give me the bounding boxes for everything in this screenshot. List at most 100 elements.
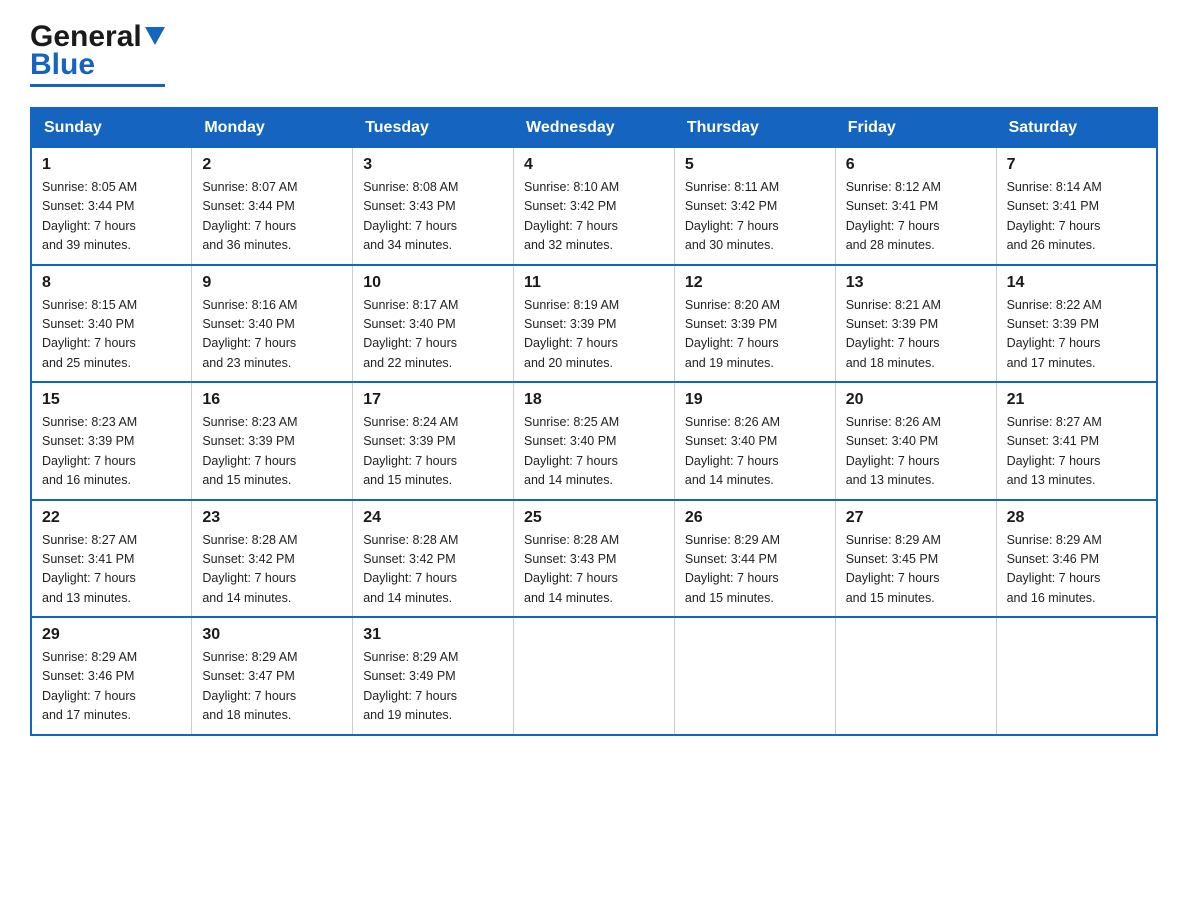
day-number: 7 xyxy=(1007,156,1146,174)
day-number: 30 xyxy=(202,626,342,644)
day-number: 18 xyxy=(524,391,664,409)
calendar-cell: 21 Sunrise: 8:27 AMSunset: 3:41 PMDaylig… xyxy=(996,382,1157,500)
day-number: 15 xyxy=(42,391,181,409)
day-info: Sunrise: 8:27 AMSunset: 3:41 PMDaylight:… xyxy=(1007,413,1146,491)
day-info: Sunrise: 8:14 AMSunset: 3:41 PMDaylight:… xyxy=(1007,178,1146,256)
page-header: General Blue xyxy=(30,20,1158,87)
weekday-header-friday: Friday xyxy=(835,108,996,148)
calendar-week-row: 8 Sunrise: 8:15 AMSunset: 3:40 PMDayligh… xyxy=(31,265,1157,383)
day-number: 12 xyxy=(685,274,825,292)
day-number: 4 xyxy=(524,156,664,174)
day-number: 3 xyxy=(363,156,503,174)
day-number: 20 xyxy=(846,391,986,409)
day-info: Sunrise: 8:07 AMSunset: 3:44 PMDaylight:… xyxy=(202,178,342,256)
weekday-header-thursday: Thursday xyxy=(674,108,835,148)
calendar-cell: 23 Sunrise: 8:28 AMSunset: 3:42 PMDaylig… xyxy=(192,500,353,618)
calendar-cell: 17 Sunrise: 8:24 AMSunset: 3:39 PMDaylig… xyxy=(353,382,514,500)
day-number: 19 xyxy=(685,391,825,409)
day-info: Sunrise: 8:23 AMSunset: 3:39 PMDaylight:… xyxy=(42,413,181,491)
logo-blue-text: Blue xyxy=(30,48,95,82)
calendar-cell: 5 Sunrise: 8:11 AMSunset: 3:42 PMDayligh… xyxy=(674,148,835,265)
day-info: Sunrise: 8:15 AMSunset: 3:40 PMDaylight:… xyxy=(42,296,181,374)
calendar-cell: 28 Sunrise: 8:29 AMSunset: 3:46 PMDaylig… xyxy=(996,500,1157,618)
calendar-cell: 25 Sunrise: 8:28 AMSunset: 3:43 PMDaylig… xyxy=(514,500,675,618)
calendar-cell: 18 Sunrise: 8:25 AMSunset: 3:40 PMDaylig… xyxy=(514,382,675,500)
calendar-cell xyxy=(996,617,1157,735)
day-number: 16 xyxy=(202,391,342,409)
calendar-cell: 16 Sunrise: 8:23 AMSunset: 3:39 PMDaylig… xyxy=(192,382,353,500)
calendar-cell xyxy=(514,617,675,735)
calendar-cell: 3 Sunrise: 8:08 AMSunset: 3:43 PMDayligh… xyxy=(353,148,514,265)
day-info: Sunrise: 8:05 AMSunset: 3:44 PMDaylight:… xyxy=(42,178,181,256)
calendar-cell: 2 Sunrise: 8:07 AMSunset: 3:44 PMDayligh… xyxy=(192,148,353,265)
day-number: 14 xyxy=(1007,274,1146,292)
calendar-cell: 19 Sunrise: 8:26 AMSunset: 3:40 PMDaylig… xyxy=(674,382,835,500)
weekday-header-wednesday: Wednesday xyxy=(514,108,675,148)
calendar-cell xyxy=(835,617,996,735)
calendar-cell: 14 Sunrise: 8:22 AMSunset: 3:39 PMDaylig… xyxy=(996,265,1157,383)
day-number: 13 xyxy=(846,274,986,292)
calendar-week-row: 22 Sunrise: 8:27 AMSunset: 3:41 PMDaylig… xyxy=(31,500,1157,618)
day-info: Sunrise: 8:28 AMSunset: 3:42 PMDaylight:… xyxy=(202,531,342,609)
weekday-header-monday: Monday xyxy=(192,108,353,148)
logo: General Blue xyxy=(30,20,165,87)
day-info: Sunrise: 8:28 AMSunset: 3:43 PMDaylight:… xyxy=(524,531,664,609)
day-info: Sunrise: 8:22 AMSunset: 3:39 PMDaylight:… xyxy=(1007,296,1146,374)
logo-triangle-icon xyxy=(145,27,165,52)
day-info: Sunrise: 8:20 AMSunset: 3:39 PMDaylight:… xyxy=(685,296,825,374)
day-info: Sunrise: 8:29 AMSunset: 3:46 PMDaylight:… xyxy=(1007,531,1146,609)
day-info: Sunrise: 8:27 AMSunset: 3:41 PMDaylight:… xyxy=(42,531,181,609)
calendar-week-row: 1 Sunrise: 8:05 AMSunset: 3:44 PMDayligh… xyxy=(31,148,1157,265)
day-number: 9 xyxy=(202,274,342,292)
calendar-cell: 24 Sunrise: 8:28 AMSunset: 3:42 PMDaylig… xyxy=(353,500,514,618)
day-info: Sunrise: 8:23 AMSunset: 3:39 PMDaylight:… xyxy=(202,413,342,491)
weekday-header-saturday: Saturday xyxy=(996,108,1157,148)
day-info: Sunrise: 8:29 AMSunset: 3:45 PMDaylight:… xyxy=(846,531,986,609)
calendar-cell: 10 Sunrise: 8:17 AMSunset: 3:40 PMDaylig… xyxy=(353,265,514,383)
day-number: 28 xyxy=(1007,509,1146,527)
day-info: Sunrise: 8:17 AMSunset: 3:40 PMDaylight:… xyxy=(363,296,503,374)
day-number: 27 xyxy=(846,509,986,527)
day-info: Sunrise: 8:25 AMSunset: 3:40 PMDaylight:… xyxy=(524,413,664,491)
day-number: 5 xyxy=(685,156,825,174)
calendar-cell: 12 Sunrise: 8:20 AMSunset: 3:39 PMDaylig… xyxy=(674,265,835,383)
day-number: 10 xyxy=(363,274,503,292)
day-number: 17 xyxy=(363,391,503,409)
calendar-week-row: 29 Sunrise: 8:29 AMSunset: 3:46 PMDaylig… xyxy=(31,617,1157,735)
day-info: Sunrise: 8:24 AMSunset: 3:39 PMDaylight:… xyxy=(363,413,503,491)
day-number: 24 xyxy=(363,509,503,527)
calendar-table: SundayMondayTuesdayWednesdayThursdayFrid… xyxy=(30,107,1158,736)
day-number: 21 xyxy=(1007,391,1146,409)
calendar-cell: 31 Sunrise: 8:29 AMSunset: 3:49 PMDaylig… xyxy=(353,617,514,735)
day-number: 25 xyxy=(524,509,664,527)
day-info: Sunrise: 8:10 AMSunset: 3:42 PMDaylight:… xyxy=(524,178,664,256)
calendar-cell: 20 Sunrise: 8:26 AMSunset: 3:40 PMDaylig… xyxy=(835,382,996,500)
day-number: 26 xyxy=(685,509,825,527)
calendar-cell: 22 Sunrise: 8:27 AMSunset: 3:41 PMDaylig… xyxy=(31,500,192,618)
weekday-header-sunday: Sunday xyxy=(31,108,192,148)
day-number: 8 xyxy=(42,274,181,292)
day-info: Sunrise: 8:26 AMSunset: 3:40 PMDaylight:… xyxy=(846,413,986,491)
day-number: 31 xyxy=(363,626,503,644)
day-number: 22 xyxy=(42,509,181,527)
day-number: 23 xyxy=(202,509,342,527)
calendar-cell: 26 Sunrise: 8:29 AMSunset: 3:44 PMDaylig… xyxy=(674,500,835,618)
day-info: Sunrise: 8:29 AMSunset: 3:44 PMDaylight:… xyxy=(685,531,825,609)
calendar-week-row: 15 Sunrise: 8:23 AMSunset: 3:39 PMDaylig… xyxy=(31,382,1157,500)
day-info: Sunrise: 8:29 AMSunset: 3:46 PMDaylight:… xyxy=(42,648,181,726)
day-info: Sunrise: 8:11 AMSunset: 3:42 PMDaylight:… xyxy=(685,178,825,256)
calendar-cell: 8 Sunrise: 8:15 AMSunset: 3:40 PMDayligh… xyxy=(31,265,192,383)
calendar-cell: 13 Sunrise: 8:21 AMSunset: 3:39 PMDaylig… xyxy=(835,265,996,383)
logo-underline xyxy=(30,84,165,87)
calendar-cell: 30 Sunrise: 8:29 AMSunset: 3:47 PMDaylig… xyxy=(192,617,353,735)
day-info: Sunrise: 8:26 AMSunset: 3:40 PMDaylight:… xyxy=(685,413,825,491)
day-info: Sunrise: 8:28 AMSunset: 3:42 PMDaylight:… xyxy=(363,531,503,609)
calendar-cell: 29 Sunrise: 8:29 AMSunset: 3:46 PMDaylig… xyxy=(31,617,192,735)
weekday-header-row: SundayMondayTuesdayWednesdayThursdayFrid… xyxy=(31,108,1157,148)
day-number: 6 xyxy=(846,156,986,174)
day-info: Sunrise: 8:21 AMSunset: 3:39 PMDaylight:… xyxy=(846,296,986,374)
day-info: Sunrise: 8:08 AMSunset: 3:43 PMDaylight:… xyxy=(363,178,503,256)
day-info: Sunrise: 8:16 AMSunset: 3:40 PMDaylight:… xyxy=(202,296,342,374)
day-number: 1 xyxy=(42,156,181,174)
calendar-cell: 11 Sunrise: 8:19 AMSunset: 3:39 PMDaylig… xyxy=(514,265,675,383)
